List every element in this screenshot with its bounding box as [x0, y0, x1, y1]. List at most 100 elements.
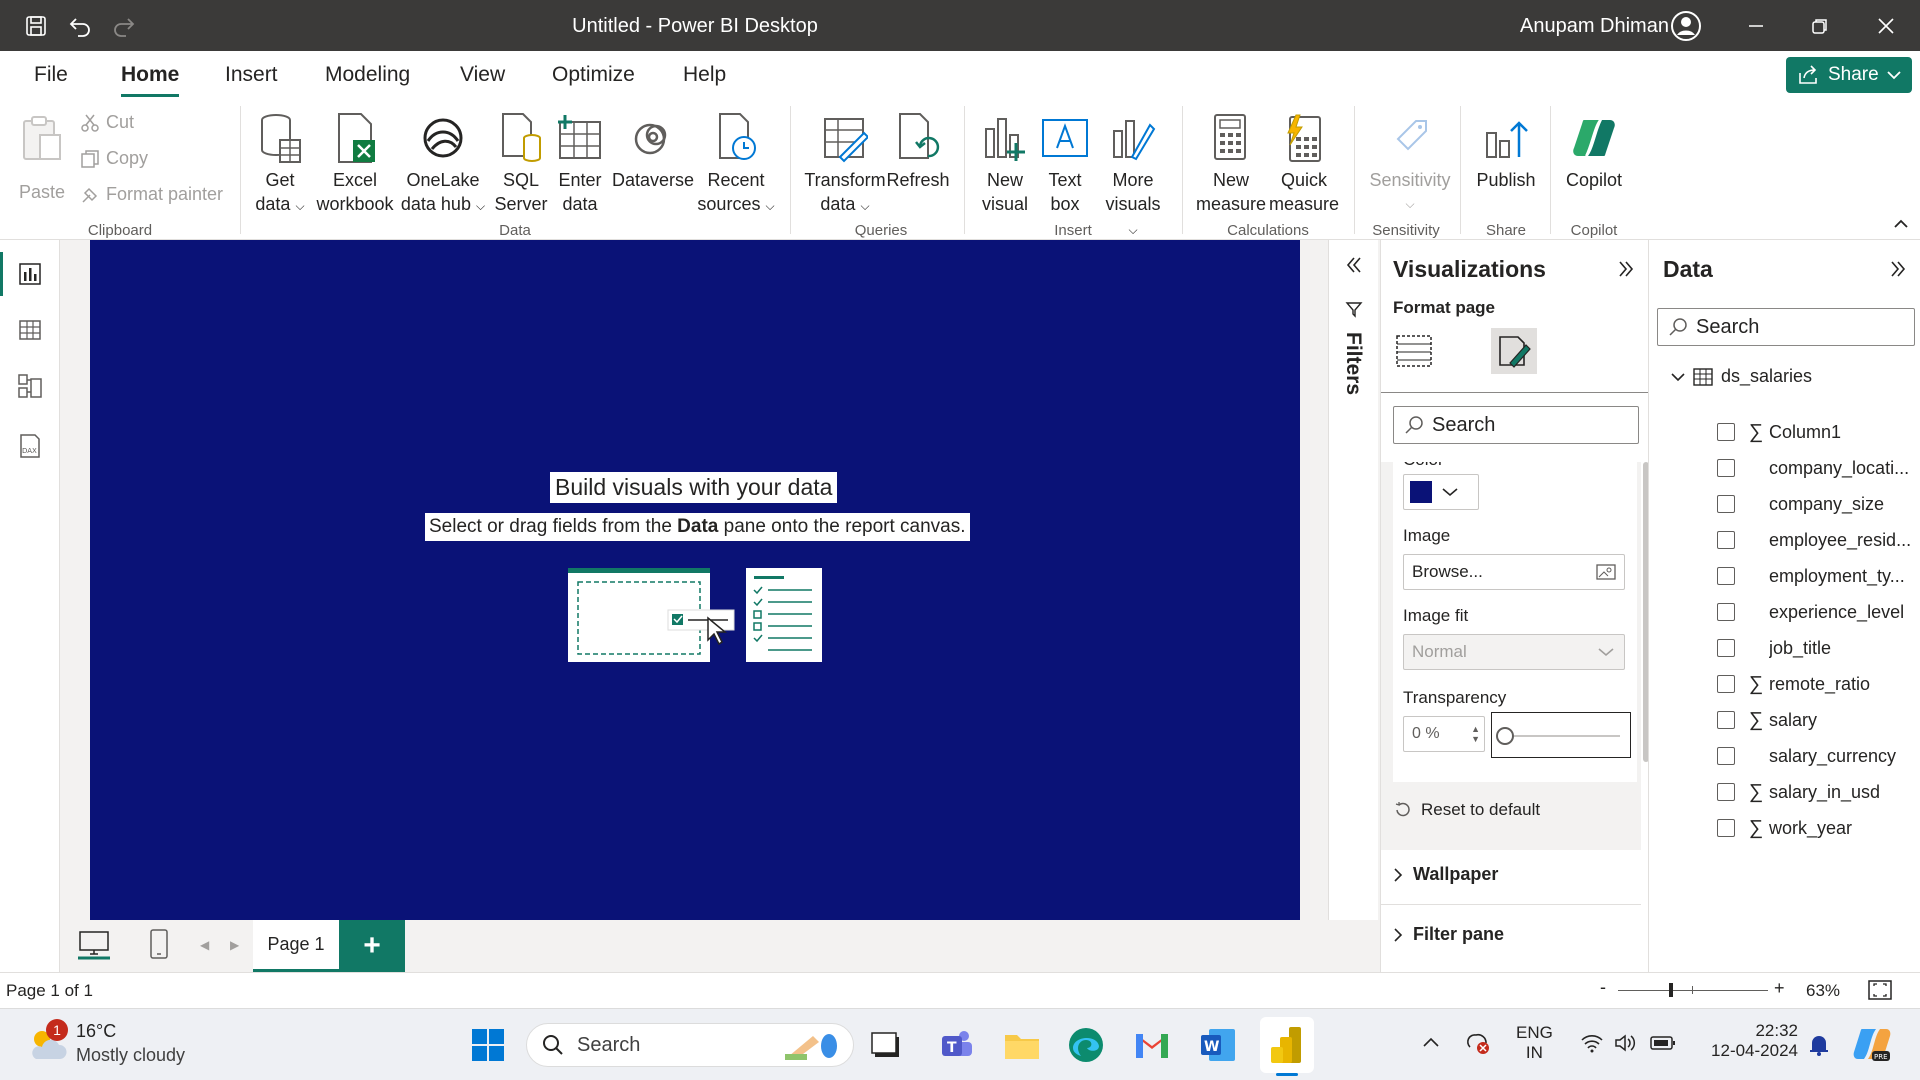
power-bi-icon[interactable] — [1264, 1023, 1308, 1067]
section-wallpaper[interactable]: Wallpaper — [1393, 864, 1498, 885]
transparency-slider[interactable] — [1491, 712, 1631, 758]
avatar-icon[interactable] — [1670, 10, 1702, 42]
weather-temp[interactable]: 16°C — [76, 1021, 116, 1042]
clock[interactable]: 22:32 12-04-2024 — [1700, 1021, 1798, 1061]
field-checkbox[interactable] — [1717, 639, 1735, 657]
spinner-icon[interactable]: ▲ ▼ — [1471, 724, 1480, 744]
field-item[interactable]: salary_currency — [1717, 738, 1917, 774]
refresh-button[interactable]: Refresh — [886, 110, 950, 192]
field-item[interactable]: ∑ salary — [1717, 702, 1917, 738]
report-canvas[interactable]: Build visuals with your data Select or d… — [90, 240, 1300, 920]
mobile-layout-icon[interactable] — [148, 928, 170, 965]
weather-desc[interactable]: Mostly cloudy — [76, 1045, 185, 1066]
notifications-icon[interactable] — [1808, 1033, 1830, 1062]
field-checkbox[interactable] — [1717, 675, 1735, 693]
field-checkbox[interactable] — [1717, 531, 1735, 549]
zoom-slider[interactable] — [1618, 983, 1768, 997]
field-checkbox[interactable] — [1717, 459, 1735, 477]
tab-help[interactable]: Help — [683, 63, 726, 87]
data-search-input[interactable]: Search — [1657, 308, 1915, 346]
model-view-icon[interactable] — [14, 370, 46, 402]
field-item[interactable]: employee_resid... — [1717, 522, 1917, 558]
add-page-button[interactable]: + — [339, 920, 405, 972]
zoom-in-button[interactable]: + — [1774, 978, 1785, 999]
field-item[interactable]: ∑ salary_in_usd — [1717, 774, 1917, 810]
collapse-data-icon[interactable] — [1889, 260, 1907, 283]
dax-query-view-icon[interactable]: DAX — [14, 430, 46, 462]
publish-button[interactable]: Publish — [1468, 110, 1544, 192]
reset-to-default-button[interactable]: Reset to default — [1395, 800, 1540, 820]
quick-measure-button[interactable]: Quick measure — [1268, 110, 1340, 216]
zoom-out-button[interactable]: - — [1600, 977, 1606, 998]
format-page-tab[interactable] — [1491, 328, 1537, 374]
field-item[interactable]: company_size — [1717, 486, 1917, 522]
onelake-button[interactable]: OneLake data hub ⌵ — [398, 110, 488, 218]
chevron-down-icon[interactable] — [1671, 372, 1685, 382]
language-indicator[interactable]: ENG IN — [1516, 1023, 1553, 1063]
task-view-icon[interactable] — [864, 1023, 908, 1067]
user-name[interactable]: Anupam Dhiman — [1520, 15, 1669, 38]
taskbar-search[interactable]: Search — [526, 1023, 854, 1067]
tab-home[interactable]: Home — [121, 63, 180, 97]
table-view-icon[interactable] — [14, 314, 46, 346]
field-item[interactable]: experience_level — [1717, 594, 1917, 630]
field-item[interactable]: ∑ work_year — [1717, 810, 1917, 846]
share-button[interactable]: Share — [1786, 57, 1912, 93]
wifi-icon[interactable] — [1580, 1033, 1604, 1058]
page-tab-1[interactable]: Page 1 — [253, 920, 339, 972]
field-item[interactable]: company_locati... — [1717, 450, 1917, 486]
close-icon[interactable] — [1870, 10, 1902, 42]
zoom-slider-thumb[interactable] — [1669, 983, 1673, 997]
table-node[interactable]: ds_salaries — [1671, 366, 1812, 387]
prev-page-icon[interactable]: ◀ — [200, 938, 209, 952]
gmail-icon[interactable] — [1130, 1023, 1174, 1067]
zoom-level[interactable]: 63% — [1806, 981, 1840, 1001]
transform-data-button[interactable]: Transform data ⌵ — [800, 110, 890, 218]
recent-sources-button[interactable]: Recent sources ⌵ — [696, 110, 776, 218]
new-measure-button[interactable]: New measure — [1196, 110, 1266, 216]
show-hidden-icons[interactable] — [1422, 1035, 1440, 1053]
edge-icon[interactable] — [1064, 1023, 1108, 1067]
color-picker[interactable] — [1403, 474, 1479, 510]
windows-start-icon[interactable] — [466, 1023, 510, 1067]
tab-modeling[interactable]: Modeling — [325, 63, 410, 87]
desktop-layout-icon[interactable] — [78, 930, 110, 965]
get-data-button[interactable]: Get data ⌵ — [252, 110, 308, 218]
volume-icon[interactable] — [1614, 1033, 1638, 1058]
word-icon[interactable]: W — [1196, 1023, 1240, 1067]
transparency-input[interactable]: 0 % ▲ ▼ — [1403, 716, 1485, 752]
field-item[interactable]: ∑ Column1 — [1717, 414, 1917, 450]
battery-icon[interactable] — [1650, 1035, 1676, 1056]
field-checkbox[interactable] — [1717, 567, 1735, 585]
tab-optimize[interactable]: Optimize — [552, 63, 635, 87]
tab-insert[interactable]: Insert — [225, 63, 278, 87]
field-checkbox[interactable] — [1717, 819, 1735, 837]
collapse-ribbon-icon[interactable] — [1894, 216, 1908, 234]
new-visual-button[interactable]: New visual — [976, 110, 1034, 216]
tab-view[interactable]: View — [460, 63, 505, 87]
field-checkbox[interactable] — [1717, 495, 1735, 513]
build-visual-tab-icon[interactable] — [1395, 332, 1433, 375]
viz-search-input[interactable]: Search — [1393, 406, 1639, 444]
slider-thumb[interactable] — [1496, 727, 1514, 745]
filters-pane-collapsed[interactable]: Filters — [1328, 240, 1378, 920]
excel-workbook-button[interactable]: Excel workbook — [314, 110, 396, 216]
field-checkbox[interactable] — [1717, 783, 1735, 801]
field-item[interactable]: ∑ remote_ratio — [1717, 666, 1917, 702]
copilot-preview-icon[interactable]: PRE — [1852, 1025, 1892, 1070]
dataverse-button[interactable]: Dataverse — [610, 110, 696, 192]
restore-icon[interactable] — [1804, 10, 1836, 42]
expand-filters-icon[interactable] — [1345, 256, 1363, 279]
filters-label[interactable]: Filters — [1341, 332, 1365, 395]
field-checkbox[interactable] — [1717, 711, 1735, 729]
next-page-icon[interactable]: ▶ — [230, 938, 239, 952]
copilot-button[interactable]: Copilot — [1556, 110, 1632, 192]
security-status-icon[interactable] — [1466, 1031, 1490, 1060]
collapse-visualizations-icon[interactable] — [1617, 260, 1635, 283]
minimize-icon[interactable] — [1740, 10, 1772, 42]
field-item[interactable]: job_title — [1717, 630, 1917, 666]
tab-file[interactable]: File — [34, 63, 68, 87]
field-checkbox[interactable] — [1717, 423, 1735, 441]
image-browse-field[interactable]: Browse... — [1403, 554, 1625, 590]
section-filter-pane[interactable]: Filter pane — [1393, 924, 1504, 945]
